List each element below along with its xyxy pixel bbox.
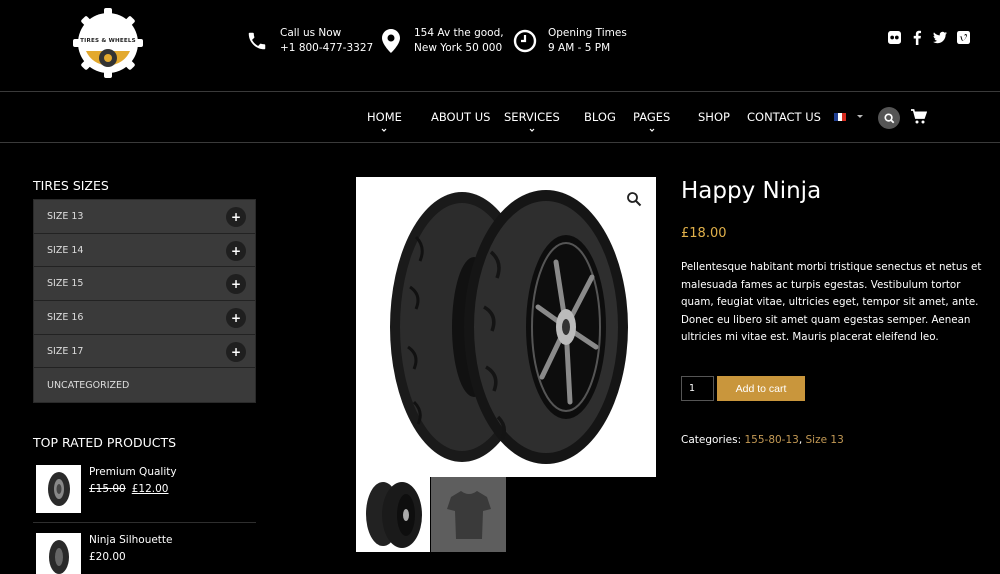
search-button[interactable] (878, 107, 900, 129)
category-label: SIZE 15 (47, 278, 84, 290)
flickr-icon[interactable] (887, 30, 901, 44)
category-list: SIZE 13 + SIZE 14 + SIZE 15 + SIZE 16 + … (33, 199, 256, 404)
product-price: £18.00 (681, 226, 727, 241)
address-line2: New York 50 000 (414, 42, 503, 54)
nav-shop[interactable]: SHOP (698, 110, 730, 124)
product-price: £20.00 (89, 551, 126, 563)
language-flag-icon[interactable] (834, 113, 846, 121)
gallery-thumbnail[interactable] (356, 477, 430, 552)
category-separator: , (798, 434, 806, 446)
tires-sizes-heading: TIRES SIZES (33, 178, 109, 193)
tshirt-image (446, 490, 491, 539)
top-rated-heading: TOP RATED PRODUCTS (33, 435, 177, 450)
nav-contact-us[interactable]: CONTACT US (747, 110, 821, 124)
map-pin-icon (378, 28, 404, 54)
product-thumbnail[interactable] (36, 465, 81, 513)
call-number[interactable]: +1 800-477-3327 (280, 41, 373, 56)
category-label: SIZE 13 (47, 210, 84, 222)
product-title: Happy Ninja (681, 178, 822, 204)
product-thumbnail[interactable] (36, 533, 81, 574)
product-price: £15.00 £12.00 (89, 483, 169, 495)
category-item[interactable]: SIZE 14 + (34, 234, 255, 268)
plus-icon[interactable]: + (226, 240, 246, 261)
category-link[interactable]: 155-80-13 (744, 434, 798, 446)
search-icon (883, 112, 894, 123)
chevron-down-icon (382, 128, 387, 132)
language-caret-icon[interactable] (857, 115, 863, 118)
opening-times: Opening Times 9 AM - 5 PM (512, 26, 627, 56)
top-bar: TIRES & WHEELS Call us Now +1 800-477-33… (0, 0, 1000, 92)
nav-shop-label: SHOP (698, 110, 730, 124)
nav-about-us[interactable]: ABOUT US (431, 110, 490, 124)
cart-icon[interactable] (911, 109, 929, 125)
quantity-input[interactable] (681, 376, 714, 401)
product-description: Pellentesque habitant morbi tristique se… (681, 261, 982, 343)
hours-value: 9 AM - 5 PM (548, 42, 611, 54)
nav-blog[interactable]: BLOG (584, 110, 616, 124)
category-label: UNCATEGORIZED (47, 379, 130, 391)
nav-services[interactable]: SERVICES (504, 110, 560, 132)
plus-icon[interactable]: + (226, 308, 246, 329)
gallery-thumbnail[interactable] (431, 477, 506, 552)
list-item[interactable]: Premium Quality £15.00 £12.00 (33, 465, 256, 525)
categories-label: Categories: (681, 434, 745, 446)
nav-about-label: ABOUT US (431, 110, 491, 124)
sale-price: £12.00 (131, 483, 169, 495)
social-links (887, 30, 970, 45)
plus-icon[interactable]: + (226, 207, 246, 227)
category-label: SIZE 14 (47, 244, 84, 256)
nav-pages-label: PAGES (633, 110, 671, 124)
nav-contact-label: CONTACT US (747, 110, 821, 124)
category-item[interactable]: SIZE 15 + (34, 267, 255, 302)
nav-home[interactable]: HOME (367, 110, 402, 132)
plus-icon[interactable]: + (226, 274, 246, 295)
category-label: SIZE 17 (47, 345, 84, 357)
category-item[interactable]: UNCATEGORIZED (34, 368, 255, 402)
category-item[interactable]: SIZE 17 + (34, 335, 255, 369)
nav-home-label: HOME (367, 110, 402, 124)
vimeo-icon[interactable] (956, 30, 970, 44)
tire-image (390, 190, 628, 464)
address-line1: 154 Av the good, (414, 27, 504, 39)
category-link[interactable]: Size 13 (806, 434, 844, 446)
product-categories: Categories: 155-80-13, Size 13 (681, 434, 844, 446)
site-logo[interactable]: TIRES & WHEELS (72, 7, 144, 79)
plus-icon[interactable]: + (226, 341, 246, 362)
nav-blog-label: BLOG (584, 110, 616, 124)
facebook-icon[interactable] (910, 30, 924, 45)
nav-services-label: SERVICES (504, 110, 560, 124)
chevron-down-icon (649, 128, 655, 132)
nav-pages[interactable]: PAGES (633, 110, 671, 132)
phone-icon (244, 28, 270, 54)
call-label: Call us Now (280, 27, 342, 39)
product-name[interactable]: Ninja Silhouette (89, 534, 173, 546)
contact-address: 154 Av the good, New York 50 000 (378, 26, 504, 56)
chevron-down-icon (529, 128, 535, 132)
add-to-cart-button[interactable]: Add to cart (717, 376, 805, 401)
hours-label: Opening Times (548, 27, 627, 39)
main-nav: HOME ABOUT US SERVICES BLOG PAGES SHOP C… (0, 93, 1000, 143)
old-price: £15.00 (89, 483, 126, 495)
list-item[interactable]: Ninja Silhouette £20.00 (33, 533, 256, 574)
category-item[interactable]: SIZE 16 + (34, 301, 255, 335)
category-item[interactable]: SIZE 13 + (34, 200, 255, 234)
category-label: SIZE 16 (47, 311, 84, 323)
twitter-icon[interactable] (933, 30, 947, 44)
zoom-icon[interactable] (626, 191, 642, 207)
tire-thumbnail-image (366, 482, 422, 548)
product-main-image[interactable] (356, 177, 656, 477)
price: £20.00 (89, 551, 126, 563)
product-name[interactable]: Premium Quality (89, 466, 177, 478)
contact-phone: Call us Now +1 800-477-3327 (244, 26, 373, 56)
divider (33, 522, 256, 523)
clock-icon (512, 28, 538, 54)
logo-text: TIRES & WHEELS (80, 38, 136, 44)
